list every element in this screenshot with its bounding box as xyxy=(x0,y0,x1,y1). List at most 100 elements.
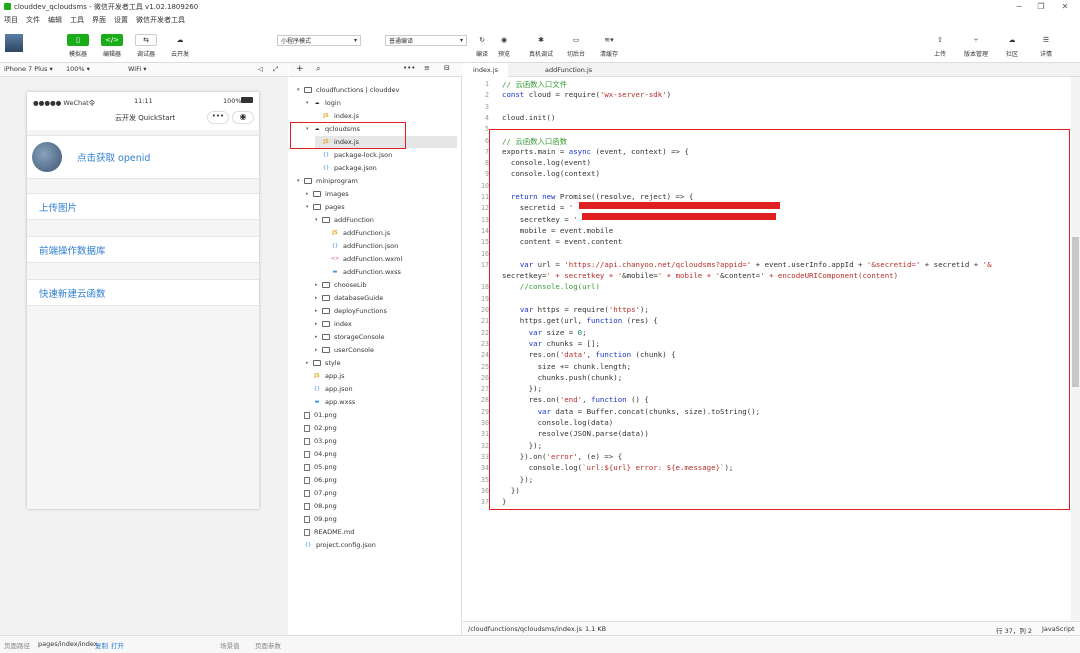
line-number: 25 xyxy=(481,362,489,371)
language-mode[interactable]: JavaScript xyxy=(1042,625,1075,633)
capsule-close-icon[interactable]: ◉ xyxy=(232,111,254,124)
tree-item[interactable]: ▬ addFunction.wxss xyxy=(324,266,401,278)
community-button[interactable]: ☁ 社区 xyxy=(1000,34,1024,58)
line-number: 21 xyxy=(481,317,489,326)
folder-icon xyxy=(322,347,330,353)
image-file-icon xyxy=(304,502,310,510)
tree-item[interactable]: ▾ addFunction xyxy=(315,214,374,226)
upload-image-item[interactable]: 上传图片 xyxy=(27,193,259,220)
tree-item[interactable]: ▾ cloudfunctions | clouddev xyxy=(297,84,399,96)
line-number: 35 xyxy=(481,475,489,484)
tree-item[interactable]: ▾ ☁ login xyxy=(306,97,341,109)
menu-item[interactable]: 工具 xyxy=(70,15,84,25)
openid-card[interactable]: 点击获取 openid xyxy=(27,135,259,179)
json-file-icon: {} xyxy=(313,386,321,392)
tree-item[interactable]: 05.png xyxy=(297,461,337,473)
more-icon[interactable]: ••• xyxy=(403,64,415,72)
collapse-icon[interactable]: ≡ xyxy=(424,64,430,72)
upload-button[interactable]: ⇧ 上传 xyxy=(928,34,952,58)
editor-button[interactable]: </> 编辑器 xyxy=(100,34,124,58)
tree-item[interactable]: ▸ index xyxy=(315,318,352,330)
menu-item[interactable]: 微信开发者工具 xyxy=(136,15,185,25)
more-icon[interactable]: ••• xyxy=(207,111,229,124)
menu-item[interactable]: 设置 xyxy=(114,15,128,25)
tree-item[interactable]: {} package-lock.json xyxy=(315,149,392,161)
switch-bg-button[interactable]: ▭ 切后台 xyxy=(564,34,588,58)
tree-item[interactable]: ▬ app.wxss xyxy=(306,396,356,408)
editor-scrollbar[interactable] xyxy=(1071,77,1080,621)
clear-cache-button[interactable]: ≋▾ 清缓存 xyxy=(597,34,621,58)
folder-icon xyxy=(322,295,330,301)
split-icon[interactable]: ⊟ xyxy=(444,64,450,72)
tree-item[interactable]: JS addFunction.js xyxy=(324,227,390,239)
remote-debug-button[interactable]: ✱ 真机调试 xyxy=(529,34,553,58)
tree-item[interactable]: 03.png xyxy=(297,435,337,447)
tree-item[interactable]: ▸ userConsole xyxy=(315,344,374,356)
avatar[interactable] xyxy=(5,34,23,52)
menu-item[interactable]: 项目 xyxy=(4,15,18,25)
tree-item[interactable]: 01.png xyxy=(297,409,337,421)
menu-item[interactable]: 界面 xyxy=(92,15,106,25)
code-icon: </> xyxy=(101,34,123,46)
tree-item[interactable]: 04.png xyxy=(297,448,337,460)
rotate-icon[interactable]: ◁ xyxy=(258,65,263,73)
tree-item[interactable]: <> addFunction.wxml xyxy=(324,253,402,265)
tree-item[interactable]: JS index.js xyxy=(315,110,359,122)
tab-index-js[interactable]: index.js xyxy=(463,63,509,77)
mode-select[interactable]: 小程序模式 ▾ xyxy=(277,35,361,46)
tree-item[interactable]: 08.png xyxy=(297,500,337,512)
new-function-item[interactable]: 快速新建云函数 xyxy=(27,279,259,306)
tree-item[interactable]: ▸ deployFunctions xyxy=(315,305,387,317)
scrollbar-thumb[interactable] xyxy=(1072,237,1079,387)
cloud-button[interactable]: ☁ 云开发 xyxy=(168,34,192,58)
tree-item[interactable]: ▸ style xyxy=(306,357,341,369)
menu-item[interactable]: 编辑 xyxy=(48,15,62,25)
compile-button[interactable]: ↻ 编译 xyxy=(470,34,494,58)
search-icon[interactable]: ⌕ xyxy=(316,64,320,74)
minimize-icon[interactable]: ─ xyxy=(1008,0,1030,13)
app-logo-icon xyxy=(4,3,11,10)
tree-item[interactable]: ▸ chooseLib xyxy=(315,279,367,291)
tree-item[interactable]: 06.png xyxy=(297,474,337,486)
openid-link: 点击获取 openid xyxy=(77,153,151,164)
menu-item[interactable]: 文件 xyxy=(26,15,40,25)
device-select[interactable]: iPhone 7 Plus ▾ xyxy=(4,65,53,73)
zoom-select[interactable]: 100% ▾ xyxy=(66,65,90,73)
folder-icon xyxy=(313,204,321,210)
tree-item[interactable]: ▸ images xyxy=(306,188,349,200)
tree-item[interactable]: ▸ databaseGuide xyxy=(315,292,383,304)
tree-item[interactable]: ▸ storageConsole xyxy=(315,331,385,343)
copy-link[interactable]: 复制 xyxy=(95,640,108,650)
tree-item[interactable]: {} project.config.json xyxy=(297,539,376,551)
preview-button[interactable]: ◉ 预览 xyxy=(492,34,516,58)
tree-item[interactable]: JS app.js xyxy=(306,370,344,382)
tree-item[interactable]: {} package.json xyxy=(315,162,377,174)
tree-item[interactable]: README.md xyxy=(297,526,354,538)
bug-icon: ✱ xyxy=(530,34,552,46)
tree-item-label: userConsole xyxy=(334,346,374,354)
tree-item[interactable]: 02.png xyxy=(297,422,337,434)
scene-button[interactable]: 场景值 xyxy=(220,640,240,650)
tree-item[interactable]: {} app.json xyxy=(306,383,353,395)
debugger-button[interactable]: ⇆ 调试器 xyxy=(134,34,158,58)
tree-item[interactable]: ▾ miniprogram xyxy=(297,175,358,187)
cloud-folder-icon: ☁ xyxy=(314,100,320,106)
maximize-icon[interactable]: ❐ xyxy=(1030,0,1052,13)
version-button[interactable]: ⑂ 版本管理 xyxy=(964,34,988,58)
network-select[interactable]: WiFi ▾ xyxy=(128,65,147,73)
tree-item[interactable]: {} addFunction.json xyxy=(324,240,398,252)
tree-item[interactable]: ▾ pages xyxy=(306,201,345,213)
compile-select[interactable]: 普通编译 ▾ xyxy=(385,35,467,46)
details-button[interactable]: ☰ 详情 xyxy=(1034,34,1058,58)
close-icon[interactable]: ✕ xyxy=(1054,0,1076,13)
page-params-button[interactable]: 页面参数 xyxy=(255,640,281,650)
tree-item[interactable]: 09.png xyxy=(297,513,337,525)
database-item[interactable]: 前端操作数据库 xyxy=(27,236,259,263)
simulator-button[interactable]: ▯ 模拟器 xyxy=(66,34,90,58)
add-icon[interactable]: + xyxy=(296,64,304,74)
folder-icon xyxy=(304,178,312,184)
tab-addfunction-js[interactable]: addFunction.js xyxy=(535,63,602,77)
tree-item[interactable]: 07.png xyxy=(297,487,337,499)
open-link[interactable]: 打开 xyxy=(111,640,124,650)
popout-icon[interactable]: ⤢ xyxy=(273,65,278,74)
